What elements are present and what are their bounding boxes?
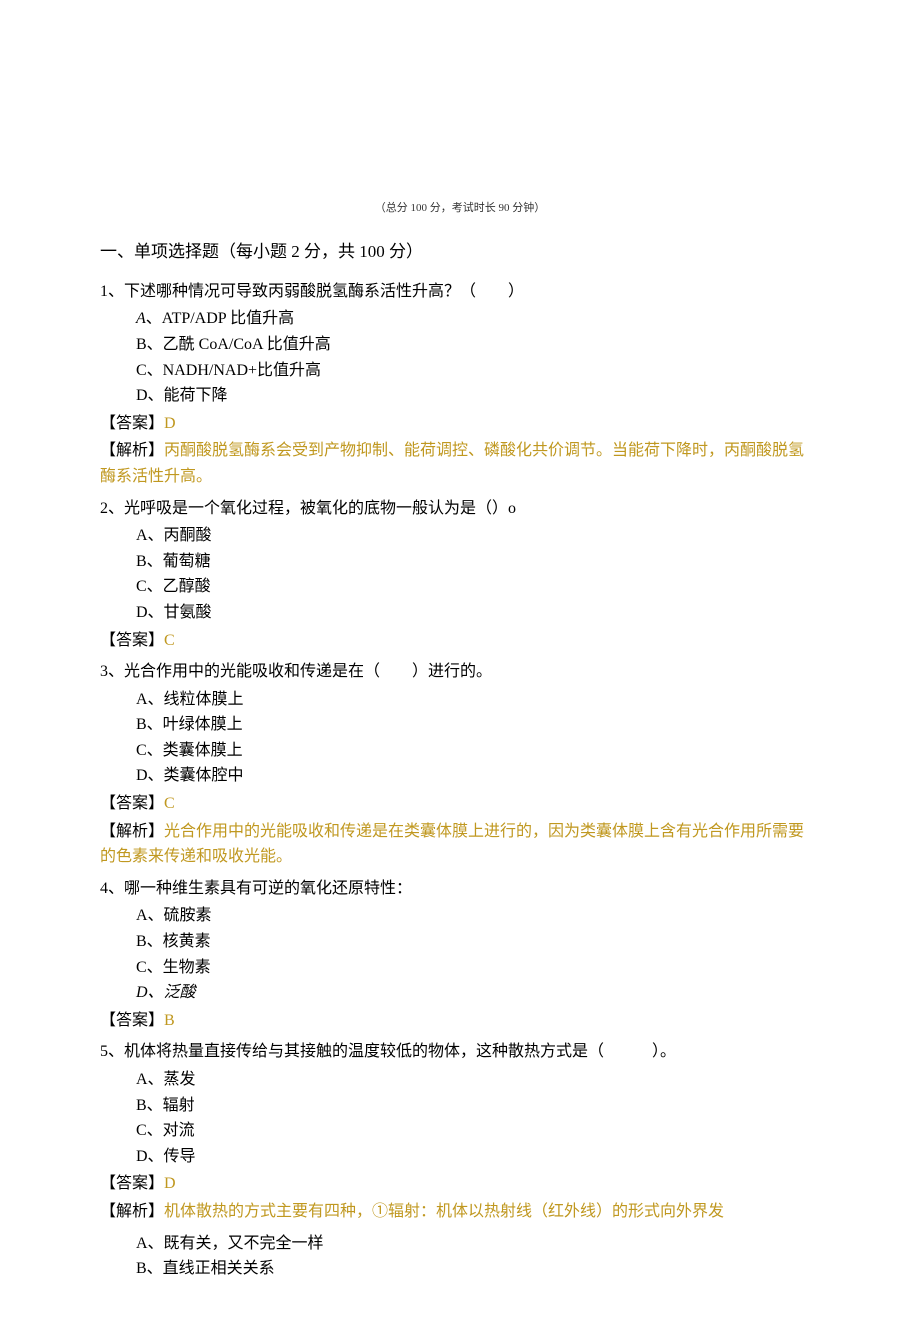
q3-option-d: D、类囊体腔中 <box>136 763 820 789</box>
section-title: 一、单项选择题（每小题 2 分，共 100 分） <box>100 238 820 265</box>
q4-answer: 【答案】B <box>100 1008 820 1034</box>
q1-answer-value: D <box>164 415 176 432</box>
q5-explanation: 【解析】机体散热的方式主要有四种，①辐射：机体以热射线（红外线）的形式向外界发 <box>100 1199 820 1225</box>
q5-option-b: B、辐射 <box>136 1093 820 1119</box>
q2-option-c: C、乙醇酸 <box>136 574 820 600</box>
q1-stem: 1、下述哪种情况可导致丙弱酸脱氢酶系活性升高？（ ） <box>100 279 820 305</box>
q4-option-d: D、泛酸 <box>136 980 820 1006</box>
exam-meta: （总分 100 分，考试时长 90 分钟） <box>100 200 820 218</box>
q4-answer-value: B <box>164 1012 175 1029</box>
q2-option-b: B、葡萄糖 <box>136 549 820 575</box>
q5-answer: 【答案】D <box>100 1171 820 1197</box>
q2-answer-value: C <box>164 632 175 649</box>
q5-stem: 5、机体将热量直接传给与其接触的温度较低的物体，这种散热方式是（ ）。 <box>100 1039 820 1065</box>
q4-stem: 4、哪一种维生素具有可逆的氧化还原特性： <box>100 876 820 902</box>
q3-expl-label: 【解析】 <box>100 823 164 840</box>
q4-option-c: C、生物素 <box>136 955 820 981</box>
q1-option-a: A、ATP/ADP 比值升高 <box>136 306 820 332</box>
q5-option-a: A、蒸发 <box>136 1067 820 1093</box>
q5-expl-label: 【解析】 <box>100 1203 164 1220</box>
q5-expl-text: 机体散热的方式主要有四种，①辐射：机体以热射线（红外线）的形式向外界发 <box>164 1203 724 1220</box>
q3-stem: 3、光合作用中的光能吸收和传递是在（ ）进行的。 <box>100 659 820 685</box>
q1-optA-prefix: A <box>136 310 146 327</box>
q2-option-d: D、甘氨酸 <box>136 600 820 626</box>
q1-answer: 【答案】D <box>100 411 820 437</box>
q2-answer-label: 【答案】 <box>100 632 164 649</box>
q4-answer-label: 【答案】 <box>100 1012 164 1029</box>
q5-option-c: C、对流 <box>136 1118 820 1144</box>
q5-answer-value: D <box>164 1175 176 1192</box>
q2-answer: 【答案】C <box>100 628 820 654</box>
q1-option-d: D、能荷下降 <box>136 383 820 409</box>
extra-options: A、既有关，又不完全一样 B、直线正相关关系 <box>100 1231 820 1282</box>
q3-option-a: A、线粒体膜上 <box>136 687 820 713</box>
q1-option-b: B、乙酰 CoA/CoA 比值升高 <box>136 332 820 358</box>
q2-stem: 2、光呼吸是一个氧化过程，被氧化的底物一般认为是（）o <box>100 496 820 522</box>
q1-explanation: 【解析】丙酮酸脱氢酶系会受到产物抑制、能荷调控、磷酸化共价调节。当能荷下降时，丙… <box>100 438 820 489</box>
q1-expl-text: 丙酮酸脱氢酶系会受到产物抑制、能荷调控、磷酸化共价调节。当能荷下降时，丙酮酸脱氢… <box>100 442 804 485</box>
q4-option-a: A、硫胺素 <box>136 903 820 929</box>
q3-option-c: C、类囊体膜上 <box>136 738 820 764</box>
q1-optA-text: 、ATP/ADP 比值升高 <box>146 310 294 327</box>
q3-option-b: B、叶绿体膜上 <box>136 712 820 738</box>
q5-answer-label: 【答案】 <box>100 1175 164 1192</box>
q5-option-d: D、传导 <box>136 1144 820 1170</box>
q3-answer: 【答案】C <box>100 791 820 817</box>
extra-option-a: A、既有关，又不完全一样 <box>136 1231 820 1257</box>
q3-answer-label: 【答案】 <box>100 795 164 812</box>
q4-option-b: B、核黄素 <box>136 929 820 955</box>
extra-option-b: B、直线正相关关系 <box>136 1256 820 1282</box>
q1-answer-label: 【答案】 <box>100 415 164 432</box>
q3-expl-text: 光合作用中的光能吸收和传递是在类囊体膜上进行的，因为类囊体膜上含有光合作用所需要… <box>100 823 804 866</box>
q1-option-c: C、NADH/NAD+比值升高 <box>136 358 820 384</box>
q1-expl-label: 【解析】 <box>100 442 164 459</box>
q3-answer-value: C <box>164 795 175 812</box>
q2-option-a: A、丙酮酸 <box>136 523 820 549</box>
q3-explanation: 【解析】光合作用中的光能吸收和传递是在类囊体膜上进行的，因为类囊体膜上含有光合作… <box>100 819 820 870</box>
